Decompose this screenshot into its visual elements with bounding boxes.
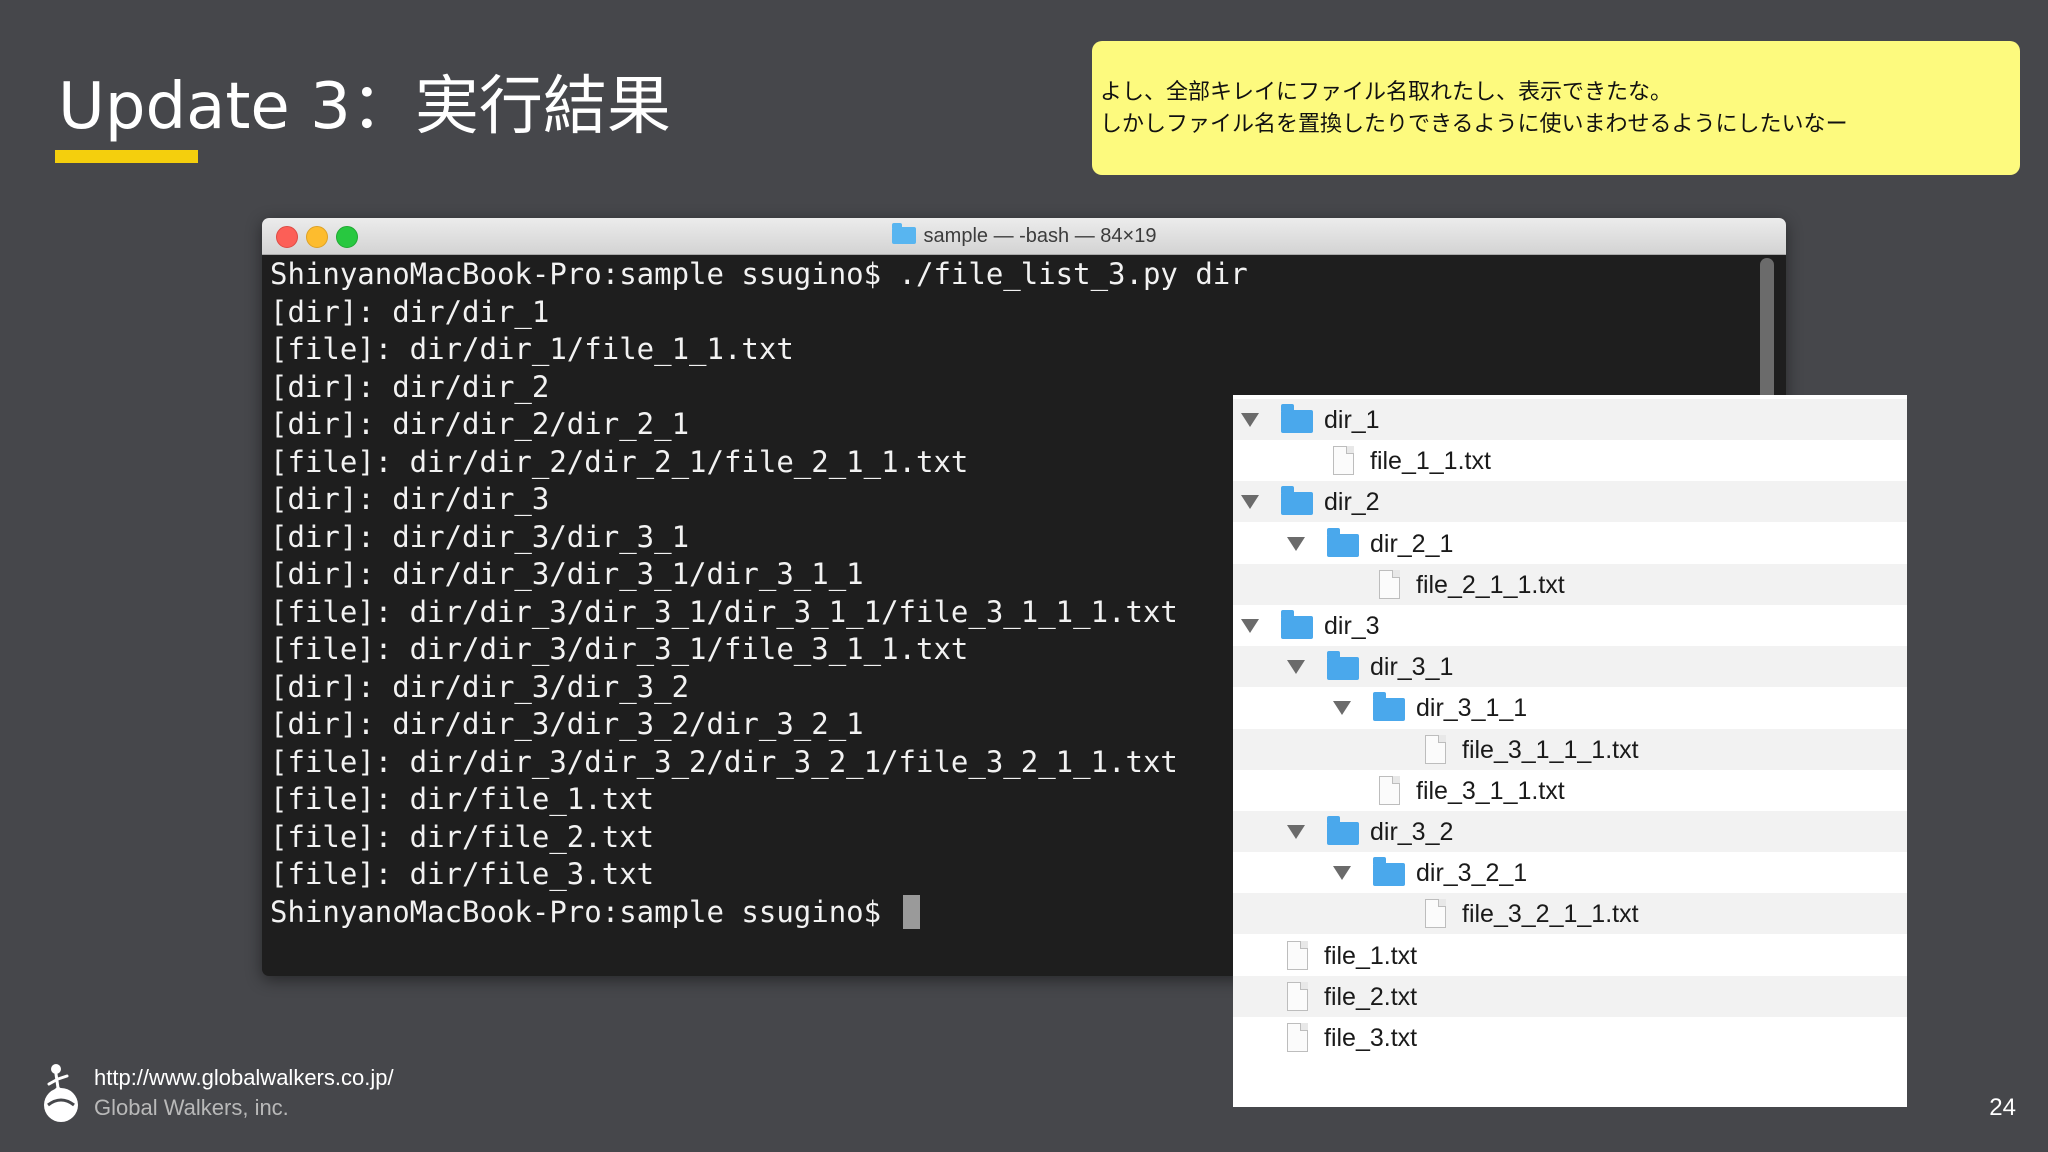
document-icon xyxy=(1379,569,1400,599)
document-icon xyxy=(1287,940,1308,970)
folder-icon xyxy=(1373,692,1405,722)
document-icon xyxy=(1287,981,1308,1011)
terminal-title: sample — -bash — 84×19 xyxy=(262,218,1786,254)
prompt-text: ShinyanoMacBook-Pro:sample ssugino$ xyxy=(270,894,899,929)
finder-file-row[interactable]: file_2_1_1.txt xyxy=(1233,563,1907,605)
disclosure-triangle-icon[interactable] xyxy=(1333,866,1351,881)
finder-item-label: dir_2 xyxy=(1324,488,1380,517)
finder-folder-row[interactable]: dir_3_1 xyxy=(1233,646,1907,688)
finder-item-label: dir_2_1 xyxy=(1370,529,1454,558)
finder-folder-row[interactable]: dir_3 xyxy=(1233,605,1907,646)
finder-item-label: dir_3_2_1 xyxy=(1416,859,1528,888)
finder-item-label: file_3_1_1_1.txt xyxy=(1462,735,1639,764)
folder-icon xyxy=(1281,610,1313,639)
finder-folder-row[interactable]: dir_1 xyxy=(1233,399,1907,440)
finder-item-label: file_1.txt xyxy=(1324,941,1418,970)
document-icon xyxy=(1425,899,1446,929)
disclosure-triangle-icon[interactable] xyxy=(1241,619,1259,633)
finder-file-row[interactable]: file_2.txt xyxy=(1233,975,1907,1017)
finder-item-label: dir_3_1_1 xyxy=(1416,694,1528,723)
folder-icon xyxy=(1281,486,1313,516)
disclosure-triangle-icon[interactable] xyxy=(1241,495,1259,510)
finder-item-label: dir_3_2 xyxy=(1370,818,1454,846)
note-line-1: よし、全部キレイにファイル名取れたし、表示できたな。 xyxy=(1100,80,1673,105)
document-icon xyxy=(1425,734,1446,764)
finder-file-row[interactable]: file_1_1.txt xyxy=(1233,440,1907,481)
text-cursor xyxy=(902,894,920,929)
finder-item-label: file_3.txt xyxy=(1324,1024,1418,1052)
finder-item-label: dir_3_1 xyxy=(1370,653,1454,682)
slide-title: Update 3：実行結果 xyxy=(58,70,671,144)
company-logo xyxy=(44,1064,78,1122)
folder-icon xyxy=(891,223,916,244)
finder-folder-row[interactable]: dir_2_1 xyxy=(1233,523,1907,564)
finder-file-row[interactable]: file_3_1_1.txt xyxy=(1233,770,1907,811)
disclosure-triangle-icon[interactable] xyxy=(1287,660,1305,675)
note-callout: よし、全部キレイにファイル名取れたし、表示できたな。 しかしファイル名を置換した… xyxy=(1092,41,2020,175)
finder-item-label: file_1_1.txt xyxy=(1370,447,1491,476)
folder-icon xyxy=(1327,527,1359,557)
finder-item-label: file_3_1_1.txt xyxy=(1416,776,1565,805)
terminal-line: [dir]: dir/dir_1 xyxy=(270,294,550,329)
title-underline xyxy=(55,150,198,163)
finder-folder-row[interactable]: dir_2 xyxy=(1233,481,1907,523)
finder-file-list[interactable]: dir_1 file_1_1.txt dir_2 dir_2_1 file_2_1_1.… xyxy=(1233,395,1907,1107)
finder-folder-row[interactable]: dir_3_1_1 xyxy=(1233,687,1907,728)
footer-company: Global Walkers, inc. xyxy=(94,1095,289,1120)
terminal-line: ShinyanoMacBook-Pro:sample ssugino$ ./fi… xyxy=(270,257,1248,291)
finder-file-row[interactable]: file_3_1_1_1.txt xyxy=(1233,728,1907,770)
finder-file-row[interactable]: file_3_2_1_1.txt xyxy=(1233,893,1907,935)
finder-item-label: file_3_2_1_1.txt xyxy=(1462,900,1639,929)
finder-file-row[interactable]: file_1.txt xyxy=(1233,935,1907,976)
disclosure-triangle-icon[interactable] xyxy=(1333,701,1351,716)
finder-item-label: file_2.txt xyxy=(1324,982,1418,1011)
disclosure-triangle-icon[interactable] xyxy=(1287,536,1305,551)
folder-icon xyxy=(1373,857,1405,887)
folder-icon xyxy=(1327,651,1359,681)
document-icon xyxy=(1379,775,1400,805)
finder-folder-row[interactable]: dir_3_2_1 xyxy=(1233,852,1907,893)
document-icon xyxy=(1287,1023,1308,1052)
terminal-titlebar[interactable]: sample — -bash — 84×19 xyxy=(262,218,1786,255)
terminal-title-text: sample — -bash — 84×19 xyxy=(923,225,1157,247)
page-number: 24 xyxy=(1989,1094,2016,1121)
disclosure-triangle-icon[interactable] xyxy=(1241,413,1259,427)
folder-icon xyxy=(1281,404,1313,433)
finder-item-label: dir_3 xyxy=(1324,612,1380,640)
finder-item-label: dir_1 xyxy=(1324,406,1380,434)
document-icon xyxy=(1333,446,1354,476)
terminal-line: [file]: dir/dir_1/file_1_1.txt xyxy=(270,332,794,366)
note-line-2: しかしファイル名を置換したりできるように使いまわせるようにしたいなー xyxy=(1100,112,1848,137)
folder-icon xyxy=(1327,816,1359,845)
finder-item-label: file_2_1_1.txt xyxy=(1416,570,1565,599)
disclosure-triangle-icon[interactable] xyxy=(1287,825,1305,839)
footer-url: http://www.globalwalkers.co.jp/ xyxy=(94,1065,394,1090)
finder-file-row[interactable]: file_3.txt xyxy=(1233,1017,1907,1058)
finder-folder-row[interactable]: dir_3_2 xyxy=(1233,811,1907,852)
